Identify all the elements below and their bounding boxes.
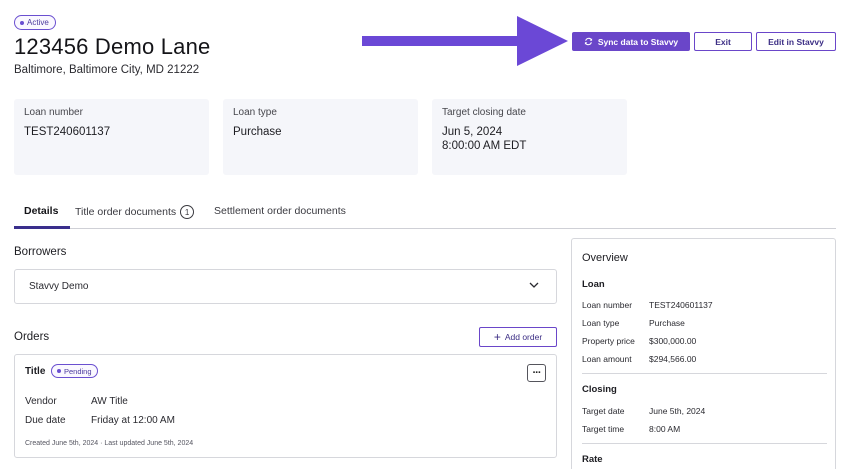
sync-data-label: Sync data to Stavvy [597,36,679,47]
card-label: Loan type [233,107,277,118]
status-badge-label: Active [27,18,49,27]
overview-row-value: $300,000.00 [649,336,697,346]
status-dot-icon [20,20,24,25]
due-date-label: Due date [25,415,66,426]
overview-row-value: Purchase [649,318,685,328]
ellipsis-icon: ··· [532,366,542,379]
overview-row-key: Loan amount [582,354,632,364]
annotation-arrow-icon [362,16,568,66]
target-closing-card: Target closing date Jun 5, 2024 8:00:00 … [432,99,627,175]
page-title: 123456 Demo Lane [14,34,211,59]
card-label: Target closing date [442,107,526,118]
card-label: Loan number [24,107,83,118]
exit-button[interactable]: Exit [694,32,752,51]
overview-row-key: Property price [582,336,635,346]
overview-row-value: 8:00 AM [649,424,681,434]
overview-row-key: Target time [582,424,625,434]
orders-heading: Orders [14,331,50,343]
overview-panel: Overview Loan Loan number TEST240601137 … [571,238,836,469]
due-date-value: Friday at 12:00 AM [91,415,175,426]
active-tab-indicator [14,226,70,229]
tab-label: Title order documents [75,206,177,218]
overview-row-value: June 5th, 2024 [649,406,706,416]
tab-settlement-order-documents[interactable]: Settlement order documents [214,205,346,217]
add-order-label: Add order [504,332,543,342]
more-options-button[interactable]: ··· [527,364,546,382]
overview-row-key: Loan type [582,318,620,328]
order-timestamps: Created June 5th, 2024 · Last updated Ju… [25,440,194,447]
chevron-down-icon [529,282,539,288]
borrower-accordion[interactable]: Stavvy Demo [14,269,557,304]
card-value: Purchase [233,126,282,138]
sync-data-button[interactable]: Sync data to Stavvy [572,32,690,51]
status-dot-icon [57,369,61,373]
divider [582,443,827,444]
card-value: TEST240601137 [24,126,111,138]
status-badge: Active [14,15,56,30]
plus-icon: + [493,330,501,344]
vendor-value: AW Title [91,396,128,407]
divider [582,373,827,374]
closing-section-heading: Closing [582,384,617,395]
loan-section-heading: Loan [582,279,605,290]
order-status-label: Pending [64,366,92,376]
overview-row-value: TEST240601137 [649,300,713,310]
vendor-label: Vendor [25,396,57,407]
overview-row-value: $294,566.00 [649,354,697,364]
borrower-name: Stavvy Demo [29,281,89,292]
overview-title: Overview [582,252,628,264]
document-count-badge: 1 [180,205,195,219]
property-address: Baltimore, Baltimore City, MD 21222 [14,64,200,76]
add-order-button[interactable]: + Add order [479,327,557,347]
loan-number-card: Loan number TEST240601137 [14,99,209,175]
order-status-badge: Pending [51,364,98,378]
card-value: Jun 5, 2024 [442,126,503,138]
edit-in-stavvy-button[interactable]: Edit in Stavvy [756,32,836,51]
order-card: Title Pending ··· Vendor AW Title Due da… [14,354,557,458]
overview-row-key: Target date [582,406,625,416]
tab-bar: Details Title order documents 1 Settleme… [14,200,836,229]
borrowers-heading: Borrowers [14,246,67,258]
order-title: Title [25,366,46,377]
loan-type-card: Loan type Purchase [223,99,418,175]
overview-row-key: Loan number [582,300,633,310]
card-value-time: 8:00:00 AM EDT [442,140,527,152]
tab-title-order-documents[interactable]: Title order documents 1 [75,205,195,219]
tab-details[interactable]: Details [24,205,58,217]
sync-icon [584,37,592,46]
rate-section-heading: Rate [582,454,603,465]
